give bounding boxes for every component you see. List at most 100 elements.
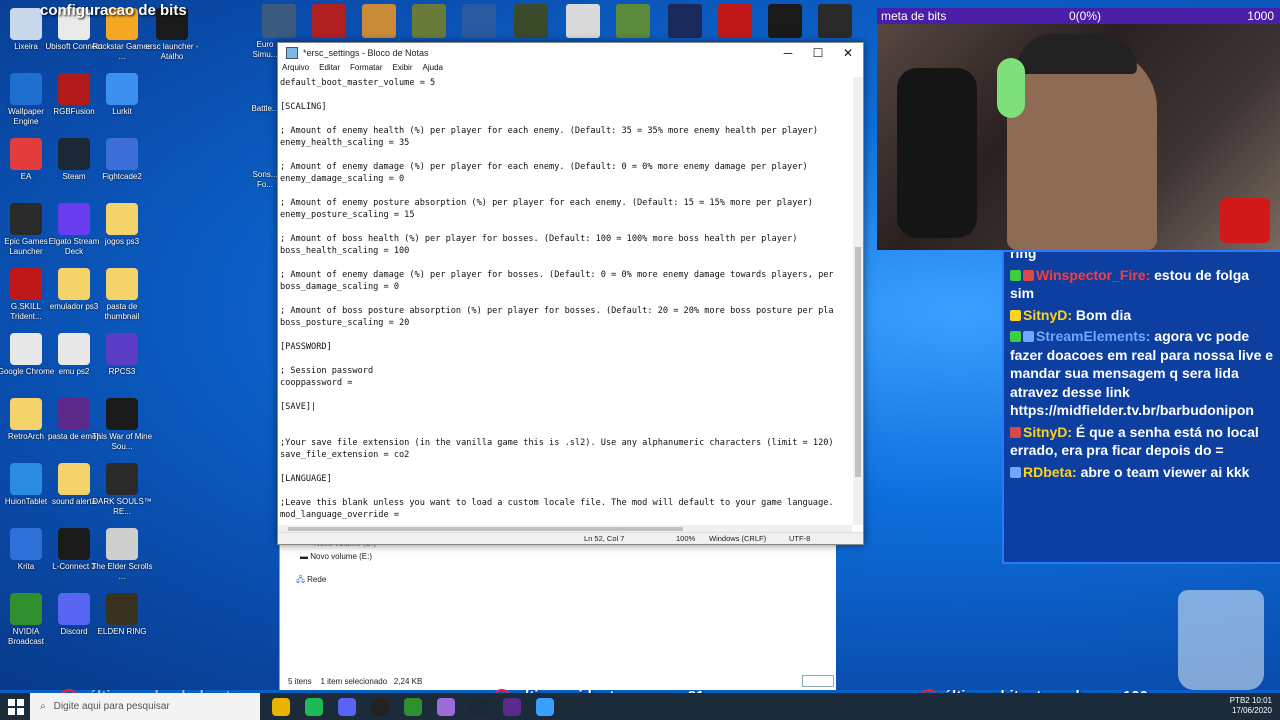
vertical-scrollbar[interactable]	[853, 77, 863, 525]
app-icon	[106, 138, 138, 170]
text-line: ; Amount of enemy damage (%) per player …	[280, 270, 834, 280]
text-line: mod_language_override =	[280, 510, 399, 520]
text-line: cooppassword =	[280, 378, 353, 388]
chat-badge-icon	[1010, 309, 1021, 321]
desktop-icon-label: Lurkit	[112, 107, 132, 116]
app-icon	[58, 73, 90, 105]
chat-badge-icon	[1010, 466, 1021, 478]
menu-exibir[interactable]: Exibir	[392, 63, 412, 77]
desktop-icon[interactable]: Euro Simu...	[250, 40, 280, 60]
game-icon[interactable]	[412, 4, 446, 38]
taskbar-app-icon[interactable]	[371, 698, 389, 716]
game-icon[interactable]	[668, 4, 702, 38]
desktop-icon-label: This War of Mine Sou...	[91, 432, 153, 451]
text-line	[280, 485, 852, 497]
game-icon[interactable]	[262, 4, 296, 38]
game-icon[interactable]	[718, 4, 752, 38]
desktop-icon[interactable]: This War of Mine Sou...	[91, 398, 153, 452]
desktop-icon-label: The Elder Scrolls ...	[91, 562, 153, 581]
game-icon[interactable]	[312, 4, 346, 38]
taskbar-app-icon[interactable]	[404, 698, 422, 716]
menu-formatar[interactable]: Formatar	[350, 63, 382, 77]
chat-separator: :	[1145, 266, 1155, 283]
desktop-icon[interactable]: jogos ps3	[91, 203, 153, 247]
desktop-icon-label: ELDEN RING	[97, 627, 147, 636]
app-icon	[58, 398, 90, 430]
taskbar-app-icon[interactable]	[536, 698, 554, 716]
network-icon: 🖧	[296, 575, 305, 584]
taskbar-app-icon[interactable]	[470, 698, 488, 716]
explorer-status-bar: 5 itens 1 item selecionado 2,24 KB	[288, 677, 422, 686]
drive-item[interactable]: ▬ Novo volume (E:)	[300, 552, 372, 561]
desktop-icon-label: jogos ps3	[104, 237, 140, 246]
desktop-icon[interactable]: RPCS3	[91, 333, 153, 377]
desktop-icon-label: Sons... Fo...	[252, 170, 278, 189]
chat-username: RDbeta	[1023, 463, 1073, 480]
desktop-icon[interactable]: pasta de thumbnail	[91, 268, 153, 322]
game-icon[interactable]	[362, 4, 396, 38]
chat-text: abre o team viewer ai kkk	[1080, 463, 1250, 480]
system-clock[interactable]: PTB2 10:01 17/06/2020	[1230, 696, 1272, 716]
close-button[interactable]: ✕	[833, 46, 863, 60]
taskbar-app-icon[interactable]	[305, 698, 323, 716]
taskbar-search[interactable]: ⌕ Digite aqui para pesquisar	[30, 693, 260, 720]
taskbar-app-icon[interactable]	[437, 698, 455, 716]
text-line: [SCALING]	[280, 102, 327, 112]
chat-username: SitnyD	[1023, 306, 1068, 323]
scroll-thumb[interactable]	[288, 527, 683, 531]
minimize-button[interactable]: ─	[773, 46, 803, 60]
windows-start-icon[interactable]	[8, 699, 24, 715]
chat-badge-icon	[1023, 331, 1034, 342]
text-line	[280, 89, 852, 101]
app-icon	[58, 203, 90, 235]
menu-arquivo[interactable]: Arquivo	[282, 63, 309, 77]
game-icon[interactable]	[616, 4, 650, 38]
cap	[1017, 34, 1137, 74]
menu-ajuda[interactable]: Ajuda	[423, 63, 443, 77]
red-light	[1220, 198, 1270, 243]
app-icon	[10, 73, 42, 105]
selected-count: 1 item selecionado	[320, 677, 388, 686]
item-count: 5 itens	[288, 677, 312, 686]
desktop-icon[interactable]: Sons... Fo...	[250, 170, 280, 190]
text-editor[interactable]: default_boot_master_volume = 5 [SCALING];…	[280, 77, 852, 525]
text-line: boss_posture_scaling = 20	[280, 318, 410, 328]
text-line: ; Amount of boss posture absorption (%) …	[280, 306, 834, 316]
desktop-icon[interactable]: ELDEN RING	[91, 593, 153, 637]
app-icon	[106, 203, 138, 235]
title-bar[interactable]: *ersc_settings - Bloco de Notas ─ ☐ ✕	[278, 43, 863, 63]
desktop-icon[interactable]: Fightcade2	[91, 138, 153, 182]
chat-message: SitnyD: Bom dia	[1004, 306, 1280, 325]
network-item[interactable]: 🖧 Rede	[296, 574, 326, 588]
taskbar-app-icon[interactable]	[338, 698, 356, 716]
taskbar-app-icon[interactable]	[503, 698, 521, 716]
taskbar-app-icon[interactable]	[272, 698, 290, 716]
chat-badge-icon	[1010, 269, 1021, 281]
chat-badge-icon	[1010, 331, 1021, 342]
text-line	[280, 413, 852, 425]
drive-item-label: Novo volume (E:)	[310, 552, 373, 561]
network-item-label: Rede	[307, 575, 327, 584]
webcam-feed	[877, 8, 1280, 250]
maximize-button[interactable]: ☐	[803, 46, 833, 60]
game-icon[interactable]	[462, 4, 496, 38]
desktop-icon[interactable]: The Elder Scrolls ...	[91, 528, 153, 582]
scroll-thumb[interactable]	[855, 247, 861, 477]
window-title: *ersc_settings - Bloco de Notas	[303, 48, 429, 58]
text-line	[280, 353, 852, 365]
desktop-icon[interactable]: Lurkit	[91, 73, 153, 117]
game-icon[interactable]	[566, 4, 600, 38]
game-icon[interactable]	[818, 4, 852, 38]
game-icon[interactable]	[768, 4, 802, 38]
clock-time: 10:01	[1251, 696, 1272, 705]
desktop-icon[interactable]: DARK SOULS™ RE...	[91, 463, 153, 517]
gaming-chair	[897, 68, 977, 238]
game-icon[interactable]	[514, 4, 548, 38]
clock-date: 17/06/2020	[1231, 706, 1272, 715]
app-icon	[58, 463, 90, 495]
menu-editar[interactable]: Editar	[319, 63, 340, 77]
desktop-icon[interactable]: Battle...	[250, 104, 280, 114]
text-line	[280, 329, 852, 341]
view-toggle-icon[interactable]	[802, 675, 834, 687]
search-icon: ⌕	[40, 701, 46, 712]
